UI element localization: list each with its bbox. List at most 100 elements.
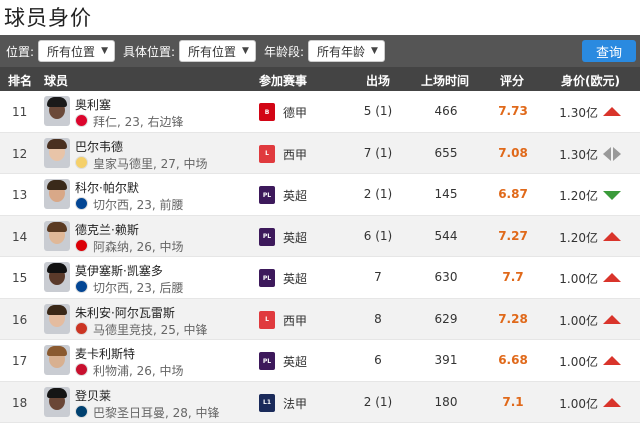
player-avatar[interactable]: [44, 96, 70, 126]
page-title: 球员身价: [4, 6, 92, 30]
specific-position-select-value: 所有位置: [188, 44, 237, 59]
table-row[interactable]: 14 德克兰·赖斯 阿森纳, 26, 中场 PL 英超 6 (1) 544 7.…: [0, 215, 640, 257]
player-avatar[interactable]: [44, 345, 70, 375]
trend-flat-icon: [603, 146, 621, 161]
premier-league-logo-icon: PL: [259, 269, 275, 287]
player-name-link[interactable]: 朱利安·阿尔瓦雷斯: [75, 304, 175, 321]
chevron-down-icon: ▼: [371, 46, 378, 56]
league-name: 英超: [283, 189, 308, 203]
player-name-link[interactable]: 奥利塞: [75, 96, 111, 113]
player-avatar[interactable]: [44, 220, 70, 251]
market-value: 1.00亿: [559, 396, 598, 411]
column-minutes: 上场时间: [421, 74, 470, 88]
premier-league-logo-icon: PL: [259, 352, 275, 370]
trend-up-icon: [603, 356, 621, 365]
league-name: 英超: [283, 272, 308, 286]
player-avatar[interactable]: [44, 303, 70, 334]
league-name: 德甲: [283, 106, 308, 120]
table-row[interactable]: 16 朱利安·阿尔瓦雷斯 马德里竞技, 25, 中锋 L 西甲 8 629 7.…: [0, 298, 640, 340]
table-header: 排名 球员 参加赛事 出场 上场时间 评分 身价(欧元): [0, 67, 640, 91]
player-name-link[interactable]: 登贝莱: [75, 387, 111, 404]
trend-down-icon: [603, 191, 621, 200]
minutes-played: 630: [434, 270, 458, 284]
league-name: 英超: [283, 230, 308, 245]
table-row[interactable]: 17 麦卡利斯特 利物浦, 26, 中场 PL 英超 6 391 6.68 1.…: [0, 340, 640, 382]
player-name-link[interactable]: 巴尔韦德: [75, 138, 123, 155]
trend-up-icon: [603, 397, 621, 407]
real-madrid-club-icon: [75, 155, 88, 169]
table-row[interactable]: 13 科尔·帕尔默 切尔西, 23, 前腰 PL 英超 2 (1) 145 6.…: [0, 174, 640, 216]
position-label: 位置:: [6, 44, 35, 59]
player-name-link[interactable]: 麦卡利斯特: [75, 345, 135, 362]
bayern-club-icon: [75, 114, 88, 127]
rank: 11: [12, 105, 28, 119]
minutes-played: 145: [434, 187, 458, 201]
specific-position-select[interactable]: 所有位置 ▼: [179, 40, 256, 62]
player-avatar[interactable]: [44, 137, 70, 168]
rating: 7.08: [498, 145, 528, 160]
rating: 7.7: [502, 270, 524, 284]
rank: 17: [12, 354, 28, 368]
table-row[interactable]: 11 奥利塞 拜仁, 23, 右边锋 B 德甲 5 (1) 466 7.73 1…: [0, 91, 640, 133]
player-avatar[interactable]: [44, 386, 70, 417]
laliga-logo-icon: L: [259, 144, 275, 163]
market-value: 1.30亿: [559, 147, 598, 162]
query-button[interactable]: 查询: [582, 40, 636, 62]
market-value: 1.00亿: [559, 272, 598, 286]
age-select[interactable]: 所有年龄 ▼: [308, 40, 385, 62]
player-info: 阿森纳, 26, 中场: [93, 239, 184, 254]
table-row[interactable]: 15 莫伊塞斯·凯塞多 切尔西, 23, 后腰 PL 英超 7 630 7.7 …: [0, 257, 640, 299]
rating: 6.68: [498, 353, 528, 367]
trend-up-icon: [603, 273, 621, 282]
arsenal-club-icon: [75, 238, 88, 252]
player-name-link[interactable]: 科尔·帕尔默: [75, 179, 139, 196]
rank: 14: [12, 229, 28, 244]
market-value: 1.30亿: [559, 106, 598, 120]
appearances: 7: [374, 270, 382, 284]
age-label: 年龄段:: [263, 44, 305, 59]
rank: 13: [12, 188, 28, 202]
chelsea-club-icon: [75, 197, 88, 210]
player-avatar[interactable]: [44, 262, 70, 292]
minutes-played: 655: [434, 145, 458, 160]
bundesliga-logo-icon: B: [259, 103, 275, 121]
position-select[interactable]: 所有位置 ▼: [38, 40, 115, 62]
appearances: 8: [374, 311, 382, 326]
player-name-link[interactable]: 莫伊塞斯·凯塞多: [75, 262, 163, 279]
league-name: 法甲: [283, 396, 308, 411]
appearances: 5 (1): [363, 104, 393, 118]
column-rank: 排名: [8, 74, 33, 88]
minutes-played: 544: [434, 228, 458, 243]
column-apps: 出场: [366, 74, 391, 88]
rating: 7.27: [498, 228, 528, 243]
rank: 15: [12, 271, 28, 285]
column-rating: 评分: [500, 74, 525, 88]
chevron-down-icon: ▼: [101, 46, 108, 56]
player-name-link[interactable]: 德克兰·赖斯: [75, 221, 139, 238]
trend-up-icon: [603, 231, 621, 241]
rating: 7.73: [498, 104, 528, 118]
player-avatar[interactable]: [44, 179, 70, 209]
trend-up-icon: [603, 314, 621, 324]
rank: 12: [12, 146, 28, 161]
minutes-played: 629: [434, 311, 458, 326]
age-select-value: 所有年龄: [317, 44, 366, 59]
appearances: 6 (1): [363, 228, 393, 243]
minutes-played: 180: [434, 394, 458, 409]
league-name: 西甲: [283, 313, 308, 328]
position-select-value: 所有位置: [47, 44, 96, 59]
specific-position-label: 具体位置:: [122, 44, 176, 59]
filter-bar: 位置: 所有位置 ▼ 具体位置: 所有位置 ▼ 年龄段: 所有年龄 ▼ 查询: [0, 35, 640, 67]
premier-league-logo-icon: PL: [259, 227, 275, 246]
market-value: 1.00亿: [559, 313, 598, 328]
column-competition: 参加赛事: [259, 74, 308, 88]
minutes-played: 466: [434, 104, 458, 118]
market-value: 1.00亿: [559, 355, 598, 369]
rank: 16: [12, 312, 28, 327]
player-info: 切尔西, 23, 前腰: [93, 198, 184, 212]
rank: 18: [12, 395, 28, 410]
table-row[interactable]: 18 登贝莱 巴黎圣日耳曼, 28, 中锋 L1 法甲 2 (1) 180 7.…: [0, 381, 640, 423]
column-value: 身价(欧元): [561, 74, 620, 88]
player-table-body: 11 奥利塞 拜仁, 23, 右边锋 B 德甲 5 (1) 466 7.73 1…: [0, 91, 640, 423]
table-row[interactable]: 12 巴尔韦德 皇家马德里, 27, 中场 L 西甲 7 (1) 655 7.0…: [0, 132, 640, 174]
